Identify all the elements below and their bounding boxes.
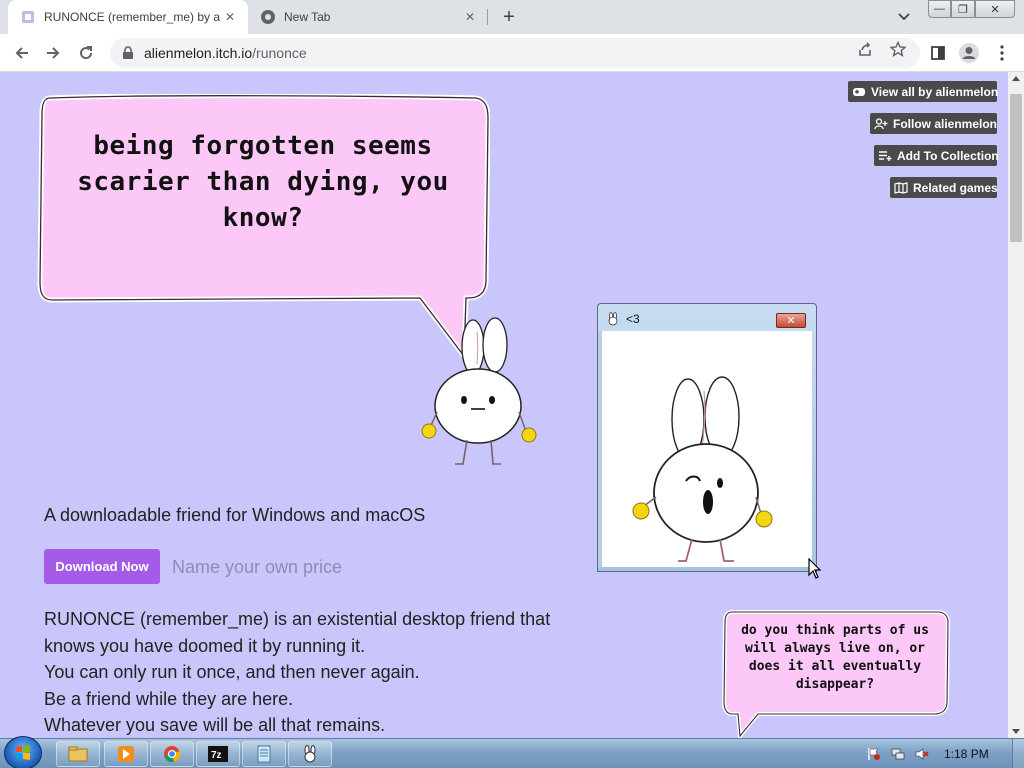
browser-toolbar: alienmelon.itch.io/runonce: [0, 34, 1024, 72]
media-player-taskbar-icon[interactable]: [104, 741, 148, 767]
scroll-down-icon[interactable]: [1012, 729, 1020, 734]
window-close-button[interactable]: ✕: [975, 0, 1015, 18]
share-icon[interactable]: [855, 39, 875, 59]
taskbar-clock[interactable]: 1:18 PM: [944, 747, 989, 761]
bunny-taskbar-icon[interactable]: [288, 741, 332, 767]
network-tray-icon[interactable]: [890, 746, 906, 762]
view-all-button[interactable]: View all by alienmelon: [848, 81, 999, 102]
description-line: knows you have doomed it by running it.: [44, 635, 366, 656]
explorer-taskbar-icon[interactable]: [56, 741, 100, 767]
speech-bubble-small: do you think parts of us will always liv…: [722, 610, 950, 738]
tab-title: RUNONCE (remember_me) by al: [44, 10, 220, 24]
url-path: /runonce: [252, 45, 307, 61]
view-all-label: View all by alienmelon: [871, 84, 999, 99]
download-now-button[interactable]: Download Now: [44, 549, 160, 584]
bunny-character: [415, 312, 545, 472]
add-to-collection-label: Add To Collection: [897, 148, 999, 163]
gamepad-icon: [852, 86, 866, 98]
mouse-cursor-icon: [808, 557, 822, 585]
scroll-up-icon[interactable]: [1012, 76, 1020, 81]
lock-icon[interactable]: [122, 46, 136, 60]
speech-small-text: do you think parts of us will always liv…: [741, 623, 929, 692]
description-line: Whatever you save will be all that remai…: [44, 715, 386, 735]
side-panel-icon[interactable]: [926, 41, 950, 65]
url-host: alienmelon.itch.io: [144, 45, 253, 61]
add-to-collection-button[interactable]: Add To Collection: [874, 145, 999, 166]
tab-close-icon[interactable]: ✕: [220, 7, 240, 27]
chrome-favicon-icon: [260, 9, 276, 25]
bunny-winking-character: [628, 371, 778, 571]
tab-runonce[interactable]: RUNONCE (remember_me) by al ✕: [8, 0, 248, 34]
scrollbar-thumb[interactable]: [1010, 94, 1022, 242]
popup-client-area: [602, 331, 812, 567]
show-desktop-button[interactable]: [1012, 739, 1024, 768]
address-bar[interactable]: alienmelon.itch.io/runonce: [110, 38, 920, 68]
popup-title: <3: [626, 312, 640, 326]
chrome-taskbar-icon[interactable]: [150, 741, 194, 767]
itch-favicon-icon: [20, 9, 36, 25]
new-tab-button[interactable]: +: [498, 6, 520, 28]
description-line: You can only run it once, and then never…: [44, 662, 420, 682]
map-icon: [894, 181, 908, 194]
tab-close-icon[interactable]: ✕: [460, 7, 480, 27]
tagline: A downloadable friend for Windows and ma…: [44, 505, 426, 525]
reload-icon[interactable]: [74, 41, 98, 65]
popup-titlebar[interactable]: <3: [606, 312, 640, 326]
add-user-icon: [874, 117, 888, 130]
bunny-app-icon: [606, 312, 620, 326]
profile-avatar-icon[interactable]: [957, 41, 981, 65]
follow-button[interactable]: Follow alienmelon: [870, 113, 997, 134]
page-content: being forgotten seems scarier than dying…: [0, 72, 1008, 738]
menu-kebab-icon[interactable]: [990, 41, 1014, 65]
description-line: Be a friend while they are here.: [44, 688, 294, 709]
game-description: RUNONCE (remember_me) is an existential …: [44, 606, 604, 738]
speech-main-text: being forgotten seems scarier than dying…: [77, 131, 449, 233]
playlist-add-icon: [878, 150, 892, 162]
tab-title: New Tab: [284, 10, 331, 24]
notepad-taskbar-icon[interactable]: [242, 741, 286, 767]
page-scrollbar[interactable]: [1008, 72, 1024, 738]
popup-close-button[interactable]: ✕: [776, 313, 806, 328]
tab-new-tab[interactable]: New Tab ✕: [248, 0, 488, 34]
window-maximize-button[interactable]: ❐: [951, 0, 975, 18]
back-arrow-icon[interactable]: [10, 41, 34, 65]
7zip-taskbar-icon[interactable]: 7z: [196, 741, 240, 767]
volume-muted-tray-icon[interactable]: [914, 746, 930, 762]
follow-label: Follow alienmelon: [893, 116, 998, 131]
flag-tray-icon[interactable]: [866, 746, 882, 762]
related-games-button[interactable]: Related games: [890, 177, 998, 198]
tab-separator: [487, 9, 488, 25]
windows-taskbar: 7z 1:18 PM: [0, 736, 1024, 768]
related-games-label: Related games: [913, 180, 998, 195]
bunny-popup-window[interactable]: <3 ✕: [597, 303, 817, 572]
forward-arrow-icon[interactable]: [41, 41, 65, 65]
tab-strip: RUNONCE (remember_me) by al ✕ New Tab ✕ …: [0, 0, 1024, 34]
description-line: RUNONCE (remember_me) is an existential …: [44, 609, 551, 629]
tab-search-chevron-icon[interactable]: [894, 7, 914, 27]
bookmark-star-icon[interactable]: [888, 39, 908, 59]
start-button-windows-icon[interactable]: [4, 736, 42, 768]
svg-text:7z: 7z: [211, 750, 222, 761]
price-placeholder: Name your own price: [172, 557, 343, 577]
window-minimize-button[interactable]: —: [928, 0, 951, 18]
